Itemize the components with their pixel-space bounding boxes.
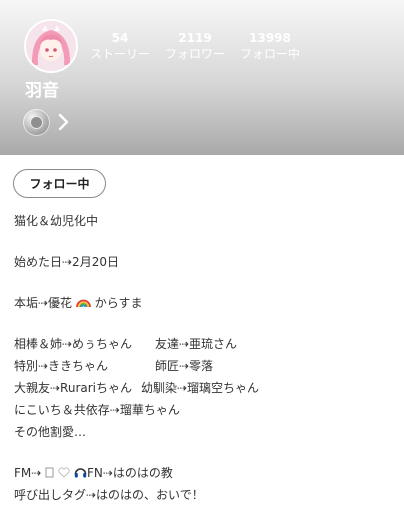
profile-content: フォロー中 猫化＆幼児化中 始めた日⇢2月20日 本垢⇢優花 からすま 相棒＆姉… xyxy=(0,155,404,512)
bio-text: 大親友⇢Rurariちゃん xyxy=(14,381,133,395)
stat-count: 54 xyxy=(111,31,129,45)
bio-text: 特別⇢ききちゃん xyxy=(14,359,109,373)
bio-text: 幼馴染⇢瑠璃空ちゃん xyxy=(141,381,260,395)
stat-followers[interactable]: 2119 フォロワー xyxy=(162,31,228,62)
heart-icon xyxy=(58,467,70,478)
chevron-right-icon[interactable] xyxy=(56,112,72,132)
bio-text: 本垢⇢優花 xyxy=(14,296,73,310)
bio-line: 猫化＆幼児化中 xyxy=(14,214,99,228)
bio-line: FM⇢ FN⇢はのはの教 xyxy=(14,462,394,484)
badge-icon[interactable] xyxy=(23,109,50,136)
bio-line: にこいち＆共依存⇢瑠華ちゃん xyxy=(14,403,180,417)
stat-label: ストーリー xyxy=(89,47,150,61)
bio-line: 相棒＆姉⇢めぅちゃん 友達⇢亜琉さん xyxy=(14,333,394,355)
stat-count: 13998 xyxy=(249,31,291,45)
headphones-icon xyxy=(74,468,87,478)
stat-stories[interactable]: 54 ストーリー xyxy=(88,31,152,62)
profile-name: 羽音 xyxy=(25,81,59,101)
stat-count: 2119 xyxy=(178,31,212,45)
box-icon xyxy=(45,467,54,478)
bio-text: からすま xyxy=(94,296,143,310)
bio-text: 相棒＆姉⇢めぅちゃん xyxy=(14,337,133,351)
stat-label: フォロワー xyxy=(164,47,225,61)
avatar-image xyxy=(26,21,76,71)
bio-text: FM⇢ xyxy=(14,466,42,480)
stat-label: フォロー中 xyxy=(239,47,300,61)
bio-line: 呼び出しタグ⇢はのはの、おいで！ xyxy=(14,488,204,502)
following-button[interactable]: フォロー中 xyxy=(13,169,106,198)
profile-stats: 54 ストーリー 2119 フォロワー 13998 フォロー中 xyxy=(88,31,304,62)
rainbow-icon xyxy=(75,299,91,308)
bio-line: その他割愛… xyxy=(14,425,87,439)
bio-line: 始めた日⇢2月20日 xyxy=(14,255,119,269)
profile-header: 54 ストーリー 2119 フォロワー 13998 フォロー中 羽音 xyxy=(0,0,404,155)
bio-text: 友達⇢亜琉さん xyxy=(155,337,238,351)
bio-line: 大親友⇢Rurariちゃん 幼馴染⇢瑠璃空ちゃん xyxy=(14,377,394,399)
bio-line: 本垢⇢優花 からすま xyxy=(14,292,394,314)
bio-line: 特別⇢ききちゃん 師匠⇢零落 xyxy=(14,355,394,377)
bio-text: FN⇢はのはの教 xyxy=(87,466,173,480)
stat-following[interactable]: 13998 フォロー中 xyxy=(236,31,304,62)
bio-text: 師匠⇢零落 xyxy=(155,359,214,373)
avatar[interactable] xyxy=(24,19,78,73)
profile-bio: 猫化＆幼児化中 始めた日⇢2月20日 本垢⇢優花 からすま 相棒＆姉⇢めぅちゃん… xyxy=(14,210,394,506)
